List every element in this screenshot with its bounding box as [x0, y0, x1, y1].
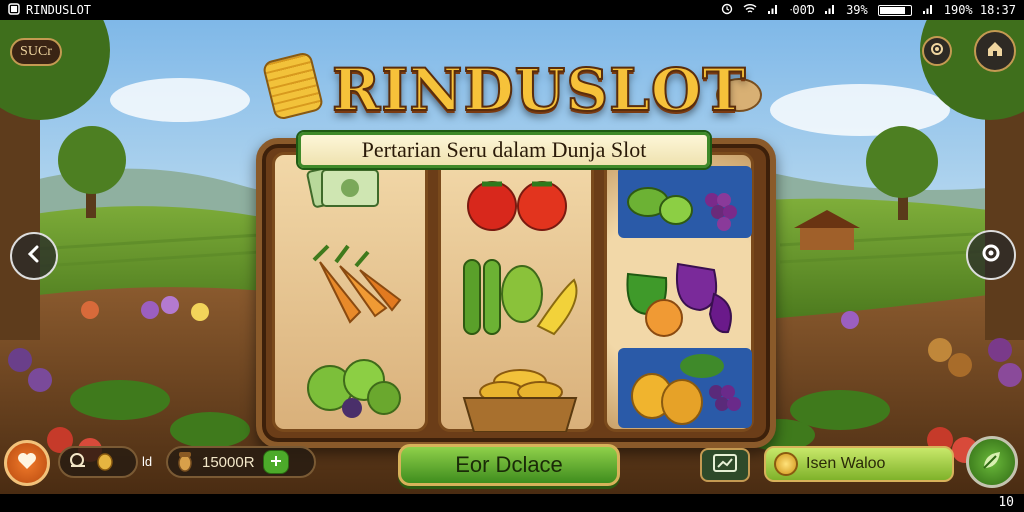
play-button-label: Eor Dclace: [455, 452, 563, 477]
home-icon: [985, 39, 1005, 63]
reel-symbols: [306, 160, 752, 432]
snail-icon: [68, 451, 88, 473]
play-button[interactable]: Eor Dclace: [398, 444, 620, 486]
settings-button[interactable]: [966, 230, 1016, 280]
battery-icon: [877, 4, 912, 16]
status-right: ᐧ00Ɗ 39% 190% 18:37: [721, 3, 1016, 18]
leaf-button[interactable]: [966, 436, 1018, 488]
signal-icon: [767, 3, 779, 18]
acorn-icon: [176, 448, 194, 476]
app-icon: [8, 2, 20, 18]
alarm-icon: [721, 3, 733, 18]
symbol-peppers: [626, 262, 732, 337]
plus-box-icon: [270, 454, 282, 471]
seed-icon: [96, 449, 114, 475]
wallet-button[interactable]: Isen Waloo: [764, 446, 954, 482]
subtitle-banner: Pertarian Seru dalam Dunja Slot: [298, 132, 710, 168]
game-title: RINDUSLOT: [331, 55, 747, 125]
balance-display: 15000R: [166, 446, 316, 478]
symbol-coin-basket: [462, 369, 578, 432]
symbol-tomatoes: [467, 181, 567, 231]
wifi-icon: [743, 3, 757, 18]
back-button[interactable]: [10, 232, 58, 280]
add-balance-button[interactable]: [262, 450, 289, 474]
symbol-carrots: [312, 244, 402, 324]
heart-shield-icon: [16, 450, 38, 476]
bottom-bar: 10: [0, 494, 1024, 512]
top-left-badge-label: SUCr: [20, 44, 52, 59]
symbol-apples: [307, 359, 401, 418]
game-scene: SUCr RINDUSLOT Pertarian Seru dalam Dunj…: [0, 20, 1024, 494]
status-bar: RINDUSLOT ᐧ00Ɗ 39% 190% 18:37: [0, 0, 1024, 20]
page-number: 10: [998, 495, 1014, 510]
sound-button[interactable]: [922, 36, 952, 66]
top-left-badge[interactable]: SUCr: [10, 38, 62, 66]
symbol-peas-grapes: [618, 166, 752, 238]
balance-value: 15000R: [202, 453, 255, 471]
favorite-button[interactable]: [4, 440, 50, 486]
status-left: RINDUSLOT: [8, 2, 92, 18]
gear-icon: [979, 241, 1003, 269]
wallet-button-label: Isen Waloo: [806, 455, 886, 472]
status-time: 190% 18:37: [943, 3, 1016, 17]
stats-button[interactable]: [700, 448, 750, 482]
sound-icon: [929, 41, 945, 61]
symbol-cucumbers: [463, 259, 578, 336]
home-button[interactable]: [974, 30, 1016, 72]
leaf-icon: [980, 448, 1004, 476]
signal-text: ᐧ00Ɗ: [789, 3, 815, 17]
chart-icon: [713, 454, 737, 476]
symbol-onions-grapes: [618, 348, 752, 428]
chevron-left-icon: [23, 243, 45, 269]
coin-icon: [774, 452, 798, 476]
subtitle-text: Pertarian Seru dalam Dunja Slot: [361, 137, 647, 162]
signal-icon-2: [824, 3, 836, 18]
signal-icon-3: [922, 3, 934, 18]
app-name: RINDUSLOT: [26, 3, 92, 17]
item-pill[interactable]: [58, 446, 138, 478]
small-label: ld: [142, 454, 153, 469]
battery-percent: 39%: [846, 3, 868, 17]
